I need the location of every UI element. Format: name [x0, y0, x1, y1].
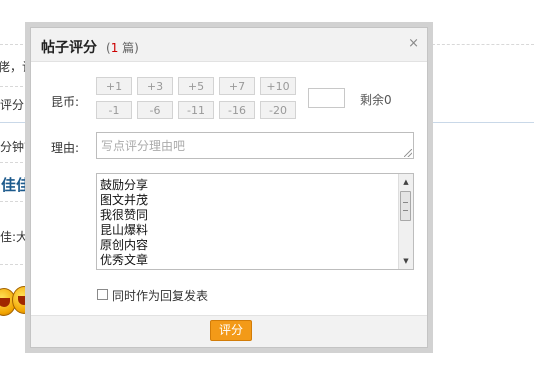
- divider: [432, 122, 534, 123]
- reply-checkbox-label[interactable]: 同时作为回复发表: [112, 287, 208, 304]
- score-button-minus-20[interactable]: -20: [260, 101, 296, 119]
- divider: [0, 162, 28, 163]
- scroll-up-icon[interactable]: ▲: [399, 175, 413, 189]
- reply-text-fragment: 佳:大: [0, 230, 29, 244]
- divider: [432, 44, 534, 45]
- score-button-plus-5[interactable]: +5: [178, 77, 214, 95]
- reason-options-list[interactable]: 鼓励分享 图文并茂 我很赞同 昆山爆料 原创内容 优秀文章 ▲ ▼: [96, 173, 414, 270]
- score-button-plus-1[interactable]: +1: [96, 77, 132, 95]
- currency-label: 昆币:: [51, 95, 80, 109]
- rate-link-fragment: 评分: [0, 98, 25, 112]
- scrollbar-thumb[interactable]: [400, 191, 411, 221]
- reason-option[interactable]: 优秀文章: [100, 251, 148, 268]
- divider: [0, 264, 28, 265]
- score-button-minus-6[interactable]: -6: [137, 101, 173, 119]
- post-count: (1 篇): [106, 41, 139, 55]
- rate-post-dialog: 帖子评分 (1 篇) × 昆币: +1 +3 +5 +7 +10 -1 -6 -…: [30, 27, 428, 348]
- scroll-down-icon[interactable]: ▼: [399, 254, 413, 268]
- remaining-points: 剩余0: [360, 93, 392, 107]
- score-input[interactable]: [308, 88, 345, 108]
- score-button-minus-16[interactable]: -16: [219, 101, 255, 119]
- divider: [0, 44, 28, 45]
- divider: [0, 86, 28, 87]
- close-icon[interactable]: ×: [408, 36, 419, 51]
- score-button-minus-11[interactable]: -11: [178, 101, 214, 119]
- dialog-title: 帖子评分: [41, 40, 97, 56]
- dialog-footer: 评分: [31, 315, 427, 347]
- reason-label: 理由:: [51, 141, 80, 155]
- scrollbar[interactable]: ▲ ▼: [398, 174, 413, 269]
- divider: [0, 201, 28, 202]
- reply-checkbox[interactable]: [97, 289, 108, 300]
- divider: [0, 122, 28, 123]
- resize-grip-icon[interactable]: [404, 149, 412, 157]
- score-button-plus-10[interactable]: +10: [260, 77, 296, 95]
- reason-placeholder: 写点评分理由吧: [101, 139, 186, 153]
- submit-rating-button[interactable]: 评分: [210, 320, 252, 341]
- dialog-header: 帖子评分 (1 篇) ×: [31, 28, 427, 62]
- score-button-minus-1[interactable]: -1: [96, 101, 132, 119]
- reason-textarea[interactable]: 写点评分理由吧: [96, 132, 414, 159]
- score-button-plus-3[interactable]: +3: [137, 77, 173, 95]
- score-button-plus-7[interactable]: +7: [219, 77, 255, 95]
